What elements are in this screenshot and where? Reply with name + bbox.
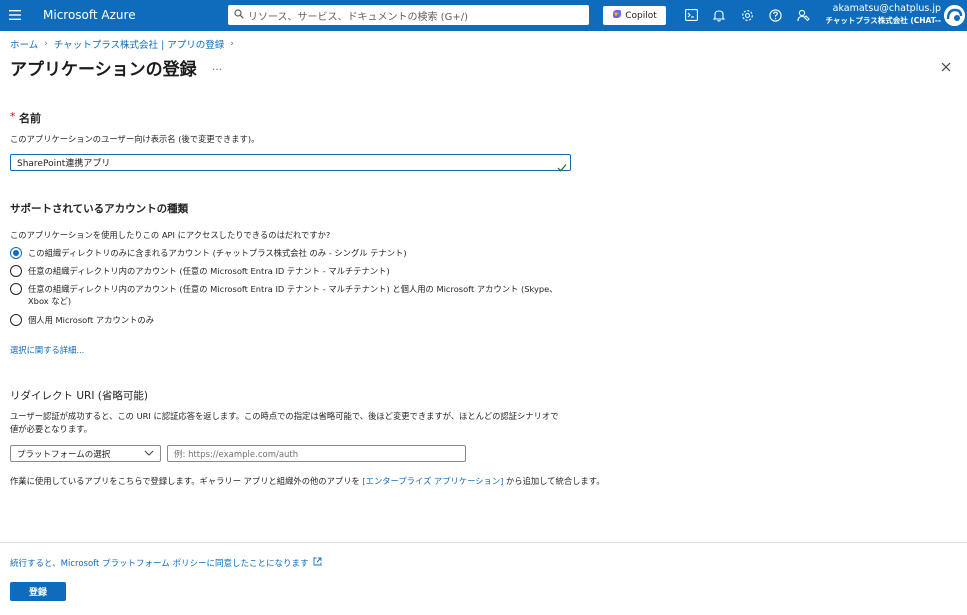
notifications-icon[interactable]	[712, 8, 726, 22]
avatar[interactable]	[944, 5, 965, 26]
copilot-icon	[612, 9, 622, 22]
radio-button[interactable]	[10, 283, 22, 295]
radio-personal-only[interactable]: 個人用 Microsoft アカウントのみ	[10, 314, 154, 326]
close-icon[interactable]	[939, 60, 953, 74]
chevron-right-icon: ›	[44, 39, 48, 49]
external-link-icon	[313, 557, 322, 569]
footer-divider	[0, 542, 967, 543]
radio-label-line2: Xbox など)	[28, 296, 72, 306]
register-button[interactable]: 登録	[10, 582, 66, 601]
radio-label: 任意の組織ディレクトリ内のアカウント (任意の Microsoft Entra …	[28, 266, 390, 276]
settings-icon[interactable]	[740, 8, 754, 22]
gallery-note-before: 作業に使用しているアプリをこちらで登録します。ギャラリー アプリと組織外の他のア…	[10, 476, 363, 486]
top-bar: Microsoft Azure リソース、サービス、ドキュメントの検索 (G+/…	[0, 0, 967, 31]
radio-label: 任意の組織ディレクトリ内のアカウント (任意の Microsoft Entra …	[28, 283, 558, 307]
help-icon[interactable]	[768, 8, 782, 22]
radio-label-line1: 任意の組織ディレクトリ内のアカウント (任意の Microsoft Entra …	[28, 284, 558, 294]
name-label: 名前	[19, 112, 41, 125]
feedback-icon[interactable]	[796, 8, 810, 22]
valid-check-icon	[557, 157, 567, 176]
redirect-uri-input[interactable]: 例: https://example.com/auth	[167, 445, 466, 462]
required-marker: *	[10, 110, 16, 123]
account-types-heading: サポートされているアカウントの種類	[10, 203, 189, 215]
enterprise-apps-link[interactable]: [エンタープライズ アプリケーション]	[362, 476, 503, 486]
radio-button[interactable]	[10, 314, 22, 326]
brand-title[interactable]: Microsoft Azure	[43, 8, 136, 22]
global-search-input[interactable]: リソース、サービス、ドキュメントの検索 (G+/)	[228, 5, 589, 25]
radio-button[interactable]	[10, 265, 22, 277]
breadcrumb-app-registrations[interactable]: チャットプラス株式会社 | アプリの登録	[54, 37, 224, 51]
copilot-button[interactable]: Copilot	[603, 6, 666, 25]
chevron-right-icon: ›	[230, 39, 234, 49]
radio-label: 個人用 Microsoft アカウントのみ	[28, 315, 155, 325]
hamburger-icon[interactable]	[4, 4, 26, 26]
account-types-more-link[interactable]: 選択に関する詳細...	[10, 344, 84, 356]
radio-single-tenant[interactable]: この組織ディレクトリのみに含まれるアカウント (チャットプラス株式会社 のみ -…	[10, 247, 407, 259]
breadcrumb-home[interactable]: ホーム	[10, 37, 38, 51]
cloud-shell-icon[interactable]	[684, 8, 698, 22]
app-name-input[interactable]: SharePoint連携アプリ	[10, 154, 571, 171]
account-types-question: このアプリケーションを使用したりこの API にアクセスしたりできるのはだれです…	[10, 230, 331, 240]
platform-select-value: プラットフォームの選択	[17, 449, 111, 460]
search-placeholder: リソース、サービス、ドキュメントの検索 (G+/)	[248, 11, 468, 23]
policy-text: 続行すると、Microsoft プラットフォーム ポリシーに同意したことになりま…	[10, 559, 309, 569]
account-email: akamatsu@chatplus.jp	[832, 3, 941, 14]
account-info[interactable]: akamatsu@chatplus.jp チャットプラス株式会社 (CHAT--	[825, 3, 941, 26]
breadcrumb: ホーム › チャットプラス株式会社 | アプリの登録 ›	[10, 37, 234, 51]
chevron-down-icon	[144, 449, 154, 459]
radio-button[interactable]	[10, 247, 22, 259]
redirect-help-line1: ユーザー認証が成功すると、この URI に認証応答を返します。この時点での指定は…	[10, 411, 559, 421]
redirect-heading: リダイレクト URI (省略可能)	[10, 390, 148, 402]
search-icon	[234, 8, 244, 22]
gallery-note: 作業に使用しているアプリをこちらで登録します。ギャラリー アプリと組織外の他のア…	[10, 475, 605, 487]
gallery-note-after: から追加して統合します。	[503, 476, 605, 486]
account-org: チャットプラス株式会社 (CHAT--	[825, 16, 941, 25]
copilot-label: Copilot	[625, 10, 657, 21]
platform-policy-link[interactable]: 続行すると、Microsoft プラットフォーム ポリシーに同意したことになりま…	[10, 557, 322, 569]
page-title: アプリケーションの登録	[10, 60, 197, 80]
platform-select[interactable]: プラットフォームの選択	[10, 445, 161, 462]
redirect-help-line2: 値が必要となります。	[10, 424, 92, 434]
radio-multi-tenant[interactable]: 任意の組織ディレクトリ内のアカウント (任意の Microsoft Entra …	[10, 265, 390, 277]
more-options-icon[interactable]: …	[212, 62, 222, 73]
name-help-text: このアプリケーションのユーザー向け表示名 (後で変更できます)。	[10, 134, 260, 144]
radio-label: この組織ディレクトリのみに含まれるアカウント (チャットプラス株式会社 のみ -…	[28, 248, 407, 258]
radio-multi-tenant-personal[interactable]: 任意の組織ディレクトリ内のアカウント (任意の Microsoft Entra …	[10, 283, 558, 307]
